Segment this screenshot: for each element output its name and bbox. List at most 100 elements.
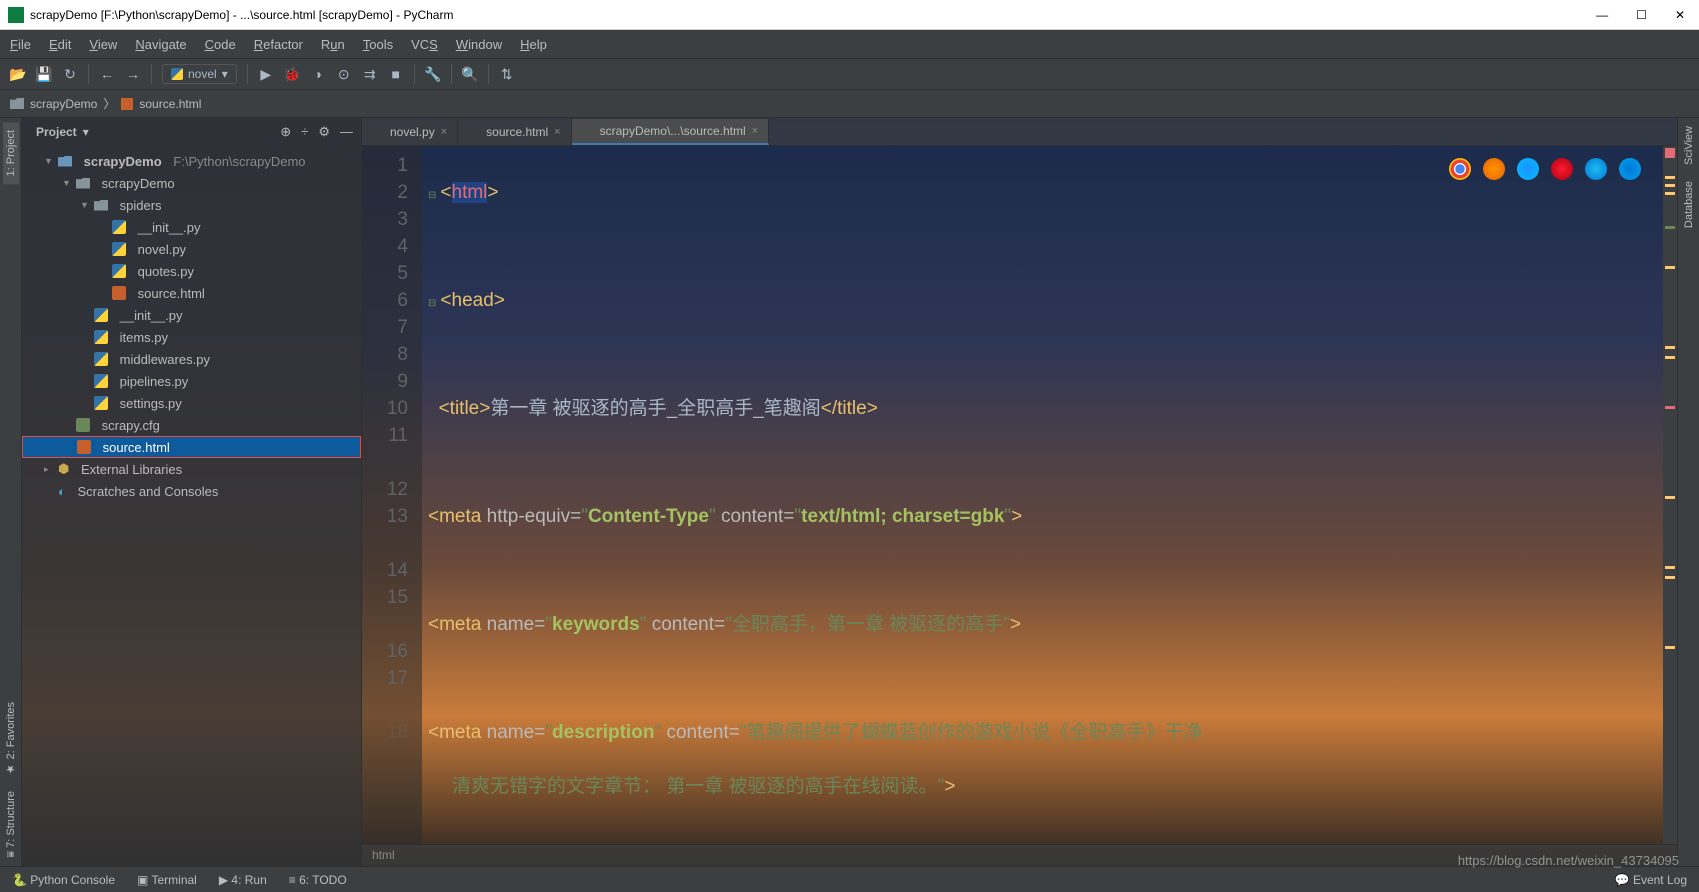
error-stripe[interactable] xyxy=(1663,146,1677,844)
tree-file-source1[interactable]: source.html xyxy=(22,282,361,304)
menu-file[interactable]: File xyxy=(10,37,31,52)
tool-run[interactable]: ▶ 4: Run xyxy=(219,873,267,887)
left-tool-tabs: 1: Project ★ 2: Favorites ⩸ 7: Structure xyxy=(0,118,22,866)
tree-scratches[interactable]: ◐ Scratches and Consoles xyxy=(22,480,361,502)
tree-external-libs[interactable]: ▸⬢ External Libraries xyxy=(22,458,361,480)
code-editor[interactable]: 123456789101112131415161718 ⊟<html> ⊟<he… xyxy=(362,146,1677,844)
collapse-icon[interactable]: ÷ xyxy=(301,124,308,140)
main-toolbar: 📂 💾 ↻ ← → novel ▾ ▶ 🐞 ◑ ⊙ ⇉ ■ 🔧 🔍 ⇅ xyxy=(0,58,1699,90)
tree-file-init2[interactable]: __init__.py xyxy=(22,304,361,326)
dropdown-icon[interactable]: ▾ xyxy=(83,125,89,139)
opera-icon[interactable] xyxy=(1551,158,1573,180)
menu-view[interactable]: View xyxy=(89,37,117,52)
tool-tab-project[interactable]: 1: Project xyxy=(3,122,19,184)
window-controls: — ☐ ✕ xyxy=(1596,8,1691,22)
edge-icon[interactable] xyxy=(1619,158,1641,180)
menu-tools[interactable]: Tools xyxy=(363,37,393,52)
python-icon xyxy=(171,68,183,80)
tree-file-items[interactable]: items.py xyxy=(22,326,361,348)
close-icon[interactable]: × xyxy=(441,126,447,138)
tree-file-quotes[interactable]: quotes.py xyxy=(22,260,361,282)
tool-todo[interactable]: ≡ 6: TODO xyxy=(289,873,347,887)
event-log[interactable]: 💬 Event Log xyxy=(1615,873,1687,887)
tree-file-source2[interactable]: source.html xyxy=(22,436,361,458)
ie-icon[interactable] xyxy=(1585,158,1607,180)
firefox-icon[interactable] xyxy=(1483,158,1505,180)
tab-novel[interactable]: novel.py× xyxy=(362,119,458,145)
html-icon xyxy=(121,98,133,110)
safari-icon[interactable] xyxy=(1517,158,1539,180)
close-icon[interactable]: × xyxy=(554,126,560,138)
line-gutter: 123456789101112131415161718 xyxy=(362,146,422,844)
window-title: scrapyDemo [F:\Python\scrapyDemo] - ...\… xyxy=(30,8,453,22)
run-icon[interactable]: ▶ xyxy=(258,66,274,82)
menu-run[interactable]: Run xyxy=(321,37,345,52)
code-content[interactable]: ⊟<html> ⊟<head> <title>第一章 被驱逐的高手_全职高手_笔… xyxy=(422,146,1663,844)
minimize-button[interactable]: — xyxy=(1596,8,1608,22)
tab-source-path[interactable]: scrapyDemo\...\source.html× xyxy=(572,119,769,145)
menu-refactor[interactable]: Refactor xyxy=(254,37,303,52)
profile-icon[interactable]: ⊙ xyxy=(336,66,352,82)
tool-tab-favorites[interactable]: ★ 2: Favorites xyxy=(2,694,19,784)
refresh-icon[interactable]: ↻ xyxy=(62,66,78,82)
menu-help[interactable]: Help xyxy=(520,37,547,52)
tree-file-middlewares[interactable]: middlewares.py xyxy=(22,348,361,370)
tab-source[interactable]: source.html× xyxy=(458,119,571,145)
menu-navigate[interactable]: Navigate xyxy=(135,37,186,52)
tree-spiders[interactable]: ▼ spiders xyxy=(22,194,361,216)
tool-tab-database[interactable]: Database xyxy=(1681,173,1697,236)
sync-icon[interactable]: ⇅ xyxy=(499,66,515,82)
tree-pkg[interactable]: ▼ scrapyDemo xyxy=(22,172,361,194)
tool-tab-sciview[interactable]: SciView xyxy=(1681,118,1697,173)
tree-file-settings[interactable]: settings.py xyxy=(22,392,361,414)
chrome-icon[interactable] xyxy=(1449,158,1471,180)
tree-file-init[interactable]: __init__.py xyxy=(22,216,361,238)
stop-icon[interactable]: ■ xyxy=(388,66,404,82)
coverage-icon[interactable]: ◑ xyxy=(310,66,326,82)
run-config-name: novel xyxy=(188,67,217,81)
browser-preview-icons xyxy=(1449,158,1641,180)
close-button[interactable]: ✕ xyxy=(1675,8,1685,22)
right-tool-tabs: SciView Database xyxy=(1677,118,1699,866)
run-config-selector[interactable]: novel ▾ xyxy=(162,64,237,84)
back-icon[interactable]: ← xyxy=(99,66,115,82)
tree-file-cfg[interactable]: scrapy.cfg xyxy=(22,414,361,436)
bottom-tool-bar: 🐍 Python Console ▣ Terminal ▶ 4: Run ≡ 6… xyxy=(0,866,1699,892)
app-icon xyxy=(8,7,24,23)
save-icon[interactable]: 💾 xyxy=(36,66,52,82)
menu-window[interactable]: Window xyxy=(456,37,502,52)
menu-code[interactable]: Code xyxy=(205,37,236,52)
menu-edit[interactable]: Edit xyxy=(49,37,71,52)
menu-vcs[interactable]: VCS xyxy=(411,37,438,52)
maximize-button[interactable]: ☐ xyxy=(1636,8,1647,22)
tool-terminal[interactable]: ▣ Terminal xyxy=(137,873,197,887)
watermark: https://blog.csdn.net/weixin_43734095 xyxy=(1458,853,1679,868)
hide-icon[interactable]: — xyxy=(340,124,353,140)
project-tree[interactable]: ▼ scrapyDemo F:\Python\scrapyDemo ▼ scra… xyxy=(22,146,361,866)
gear-icon[interactable]: ⚙ xyxy=(318,124,330,140)
tool-tab-structure[interactable]: ⩸ 7: Structure xyxy=(3,783,19,866)
main-area: 1: Project ★ 2: Favorites ⩸ 7: Structure… xyxy=(0,118,1699,866)
navigation-bar: scrapyDemo 〉 source.html xyxy=(0,90,1699,118)
project-tool-window: Project ▾ ⊕ ÷ ⚙ — ▼ scrapyDemo F:\Python… xyxy=(22,118,362,866)
forward-icon[interactable]: → xyxy=(125,66,141,82)
project-title: Project xyxy=(36,125,77,139)
concurrency-icon[interactable]: ⇉ xyxy=(362,66,378,82)
nav-file[interactable]: source.html xyxy=(139,97,201,111)
editor-area: novel.py× source.html× scrapyDemo\...\so… xyxy=(362,118,1677,866)
nav-root[interactable]: scrapyDemo xyxy=(30,97,97,111)
project-header: Project ▾ ⊕ ÷ ⚙ — xyxy=(22,118,361,146)
debug-icon[interactable]: 🐞 xyxy=(284,66,300,82)
open-icon[interactable]: 📂 xyxy=(10,66,26,82)
close-icon[interactable]: × xyxy=(752,125,758,137)
dropdown-icon: ▾ xyxy=(222,67,228,81)
menu-bar: File Edit View Navigate Code Refactor Ru… xyxy=(0,30,1699,58)
tree-root[interactable]: ▼ scrapyDemo F:\Python\scrapyDemo xyxy=(22,150,361,172)
locate-icon[interactable]: ⊕ xyxy=(280,124,291,140)
folder-icon xyxy=(10,98,24,109)
settings-icon[interactable]: 🔧 xyxy=(425,66,441,82)
tree-file-pipelines[interactable]: pipelines.py xyxy=(22,370,361,392)
search-icon[interactable]: 🔍 xyxy=(462,66,478,82)
tree-file-novel[interactable]: novel.py xyxy=(22,238,361,260)
tool-python-console[interactable]: 🐍 Python Console xyxy=(12,873,115,887)
